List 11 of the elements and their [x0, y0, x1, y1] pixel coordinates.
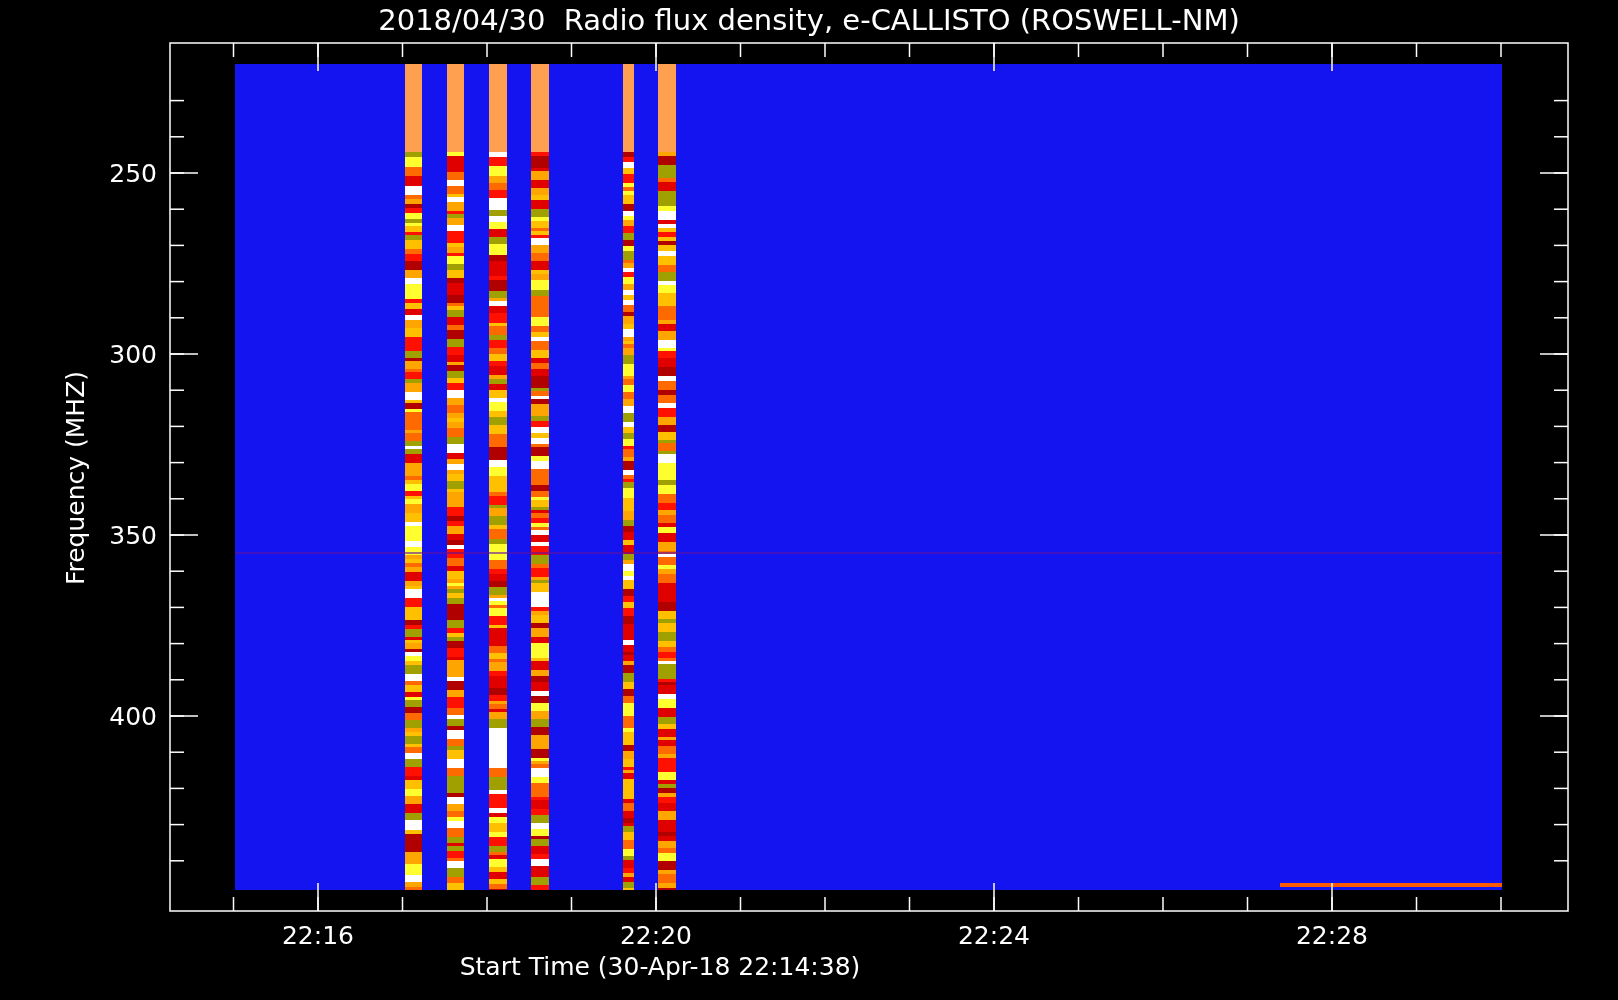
- y-tick-label: 350: [109, 521, 157, 550]
- y-tick-label: 300: [109, 340, 157, 369]
- x-axis-label: Start Time (30-Apr-18 22:14:38): [459, 952, 861, 981]
- y-axis-label: Frequency (MHZ): [61, 370, 90, 586]
- x-tick-label: 22:20: [620, 921, 692, 950]
- x-tick-label: 22:16: [282, 921, 354, 950]
- x-tick-label: 22:28: [1296, 921, 1368, 950]
- y-tick-label: 400: [109, 702, 157, 731]
- plot-title: 2018/04/30 Radio flux density, e-CALLISTO (ROSWELL-NM): [378, 3, 1240, 37]
- y-tick-label: 250: [109, 159, 157, 188]
- x-tick-label: 22:24: [958, 921, 1030, 950]
